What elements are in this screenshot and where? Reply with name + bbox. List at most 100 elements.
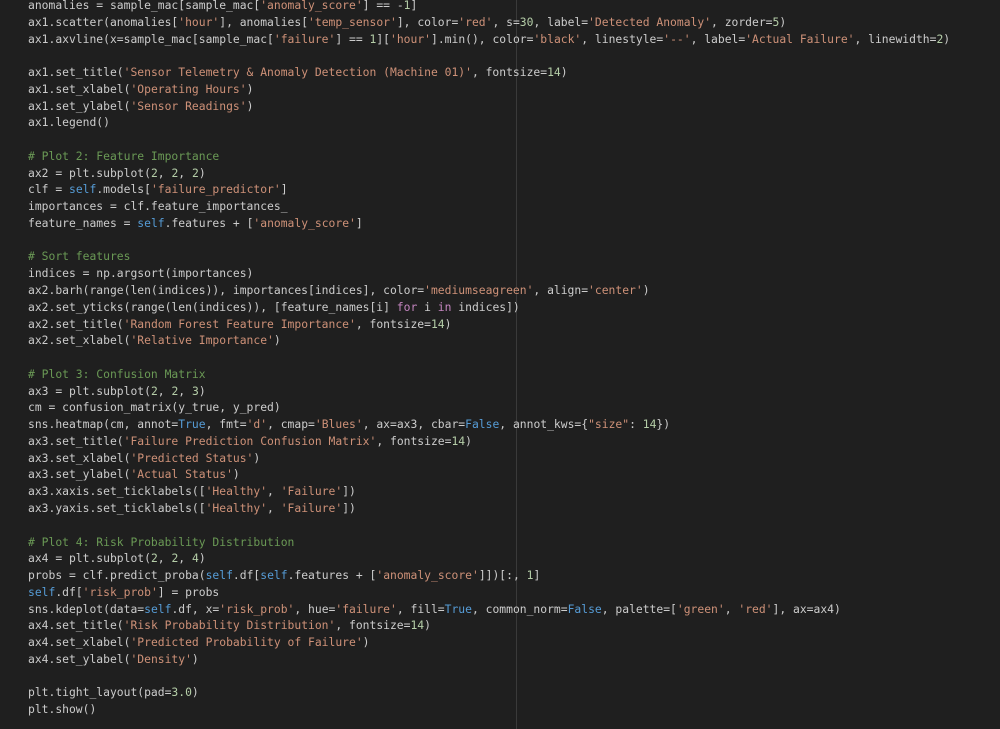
code-line[interactable]: indices = np.argsort(importances) xyxy=(28,265,950,282)
code-token: ax3 = plt.subplot( xyxy=(28,383,151,398)
code-token: .df[ xyxy=(55,584,83,599)
code-line[interactable]: ax1.axvline(x=sample_mac[sample_mac['fai… xyxy=(28,31,950,48)
code-line[interactable]: self.df['risk_prob'] = probs xyxy=(28,584,950,601)
code-token: sns.kdeplot(data= xyxy=(28,601,145,616)
code-token: .df[ xyxy=(232,568,261,583)
code-token: , xyxy=(178,383,192,398)
code-token: ax2.set_yticks(range(len(indices)), [fea… xyxy=(28,299,397,314)
code-token: ].min(), color= xyxy=(431,31,534,46)
code-line[interactable]: ax3 = plt.subplot(2, 2, 3) xyxy=(28,383,950,400)
code-line[interactable]: anomalies = sample_mac[sample_mac['anoma… xyxy=(28,0,950,14)
code-line[interactable]: ax2 = plt.subplot(2, 2, 2) xyxy=(28,165,950,182)
code-token: ], anomalies[ xyxy=(219,14,309,29)
code-line[interactable]: plt.show() xyxy=(28,701,950,718)
code-token: 2 xyxy=(150,165,158,180)
code-token: , zorder= xyxy=(711,14,773,29)
code-token: False xyxy=(465,417,500,432)
code-token: self xyxy=(260,568,288,583)
code-token: ]])[:, xyxy=(478,568,527,583)
code-token: 'Density' xyxy=(130,651,192,666)
code-line[interactable] xyxy=(28,131,950,148)
code-token: False xyxy=(567,601,602,616)
code-line[interactable]: # Plot 2: Feature Importance xyxy=(28,148,950,165)
code-token: i xyxy=(417,299,438,314)
code-line[interactable] xyxy=(28,668,950,685)
code-token: ) xyxy=(246,98,254,113)
code-token: 'Random Forest Feature Importance' xyxy=(123,316,356,331)
code-line[interactable]: importances = clf.feature_importances_ xyxy=(28,198,950,215)
code-line[interactable]: clf = self.models['failure_predictor'] xyxy=(28,181,950,198)
code-line[interactable]: ax2.barh(range(len(indices)), importance… xyxy=(28,282,950,299)
code-token: # Plot 4: Risk Probability Distribution xyxy=(28,534,295,549)
code-line[interactable]: ax4 = plt.subplot(2, 2, 4) xyxy=(28,550,950,567)
code-text[interactable]: anomalies = sample_mac[sample_mac['anoma… xyxy=(28,0,950,718)
code-line[interactable]: ax3.set_title('Failure Prediction Confus… xyxy=(28,433,950,450)
code-line[interactable]: ax1.legend() xyxy=(28,114,950,131)
code-token: 'green' xyxy=(676,601,725,616)
code-token: 'black' xyxy=(533,31,582,46)
code-token: ax3.set_xlabel( xyxy=(28,450,131,465)
code-line[interactable]: ax4.set_xlabel('Predicted Probability of… xyxy=(28,634,950,651)
code-token: 3.0 xyxy=(171,685,192,700)
code-token: .features + [ xyxy=(164,215,254,230)
code-line[interactable]: plt.tight_layout(pad=3.0) xyxy=(28,684,950,701)
code-line[interactable]: ax1.set_xlabel('Operating Hours') xyxy=(28,81,950,98)
code-token: ) xyxy=(198,383,206,398)
code-token: ax4.set_title( xyxy=(28,618,124,633)
code-token: ax4.set_ylabel( xyxy=(28,651,131,666)
code-token: 1 xyxy=(403,0,411,12)
code-line[interactable]: ax4.set_title('Risk Probability Distribu… xyxy=(28,617,950,634)
code-token: self xyxy=(137,215,165,230)
code-token: 14 xyxy=(451,433,466,448)
code-token: ] xyxy=(410,0,418,12)
code-line[interactable]: ax1.scatter(anomalies['hour'], anomalies… xyxy=(28,14,950,31)
code-token: 'hour' xyxy=(390,31,431,46)
code-line[interactable]: ax1.set_title('Sensor Telemetry & Anomal… xyxy=(28,64,950,81)
code-token: ) xyxy=(779,14,787,29)
code-token: importances = clf.feature_importances_ xyxy=(28,199,288,214)
code-token: , xyxy=(178,165,192,180)
code-token: .features + [ xyxy=(287,568,377,583)
code-token: ax2.set_xlabel( xyxy=(28,333,131,348)
code-line[interactable]: ax4.set_ylabel('Density') xyxy=(28,651,950,668)
code-token: feature_names = xyxy=(28,215,138,230)
code-token: 'risk_prob' xyxy=(219,601,295,616)
code-line[interactable] xyxy=(28,349,950,366)
code-token: ) xyxy=(191,651,199,666)
code-token: 14 xyxy=(642,417,657,432)
code-line[interactable] xyxy=(28,47,950,64)
code-line[interactable]: ax2.set_yticks(range(len(indices)), [fea… xyxy=(28,299,950,316)
code-token: ][ xyxy=(376,31,391,46)
code-line[interactable]: ax2.set_title('Random Forest Feature Imp… xyxy=(28,316,950,333)
code-line[interactable]: probs = clf.predict_proba(self.df[self.f… xyxy=(28,567,950,584)
code-token: , annot_kws={ xyxy=(499,417,589,432)
code-line[interactable]: feature_names = self.features + ['anomal… xyxy=(28,215,950,232)
code-token: probs = clf.predict_proba( xyxy=(28,568,206,583)
code-editor[interactable]: anomalies = sample_mac[sample_mac['anoma… xyxy=(0,0,1000,729)
code-token: 2 xyxy=(150,383,158,398)
code-line[interactable]: ax3.xaxis.set_ticklabels(['Healthy', 'Fa… xyxy=(28,483,950,500)
code-line[interactable]: ax3.yaxis.set_ticklabels(['Healthy', 'Fa… xyxy=(28,500,950,517)
code-line[interactable]: ax2.set_xlabel('Relative Importance') xyxy=(28,332,950,349)
code-token: , xyxy=(267,484,281,499)
code-line[interactable] xyxy=(28,232,950,249)
code-line[interactable]: # Plot 3: Confusion Matrix xyxy=(28,366,950,383)
code-line[interactable]: cm = confusion_matrix(y_true, y_pred) xyxy=(28,399,950,416)
code-token: ) xyxy=(465,433,472,448)
code-line[interactable]: # Plot 4: Risk Probability Distribution xyxy=(28,534,950,551)
code-token: for xyxy=(396,299,418,314)
code-token: 'd' xyxy=(246,417,268,432)
code-line[interactable]: # Sort features xyxy=(28,248,950,265)
code-line[interactable]: sns.kdeplot(data=self.df, x='risk_prob',… xyxy=(28,601,950,618)
code-line[interactable] xyxy=(28,517,950,534)
code-token: ax2 = plt.subplot( xyxy=(28,165,151,180)
code-token: 'Relative Importance' xyxy=(130,333,274,348)
code-token: 'anomaly_score' xyxy=(253,215,356,230)
code-line[interactable]: ax1.set_ylabel('Sensor Readings') xyxy=(28,98,950,115)
code-line[interactable]: ax3.set_ylabel('Actual Status') xyxy=(28,466,950,483)
code-line[interactable]: ax3.set_xlabel('Predicted Status') xyxy=(28,450,950,467)
code-line[interactable]: sns.heatmap(cm, annot=True, fmt='d', cma… xyxy=(28,416,950,433)
code-token: cm = confusion_matrix(y_true, y_pred) xyxy=(28,400,281,415)
code-token: ) xyxy=(362,635,370,650)
code-token: self xyxy=(205,568,233,583)
